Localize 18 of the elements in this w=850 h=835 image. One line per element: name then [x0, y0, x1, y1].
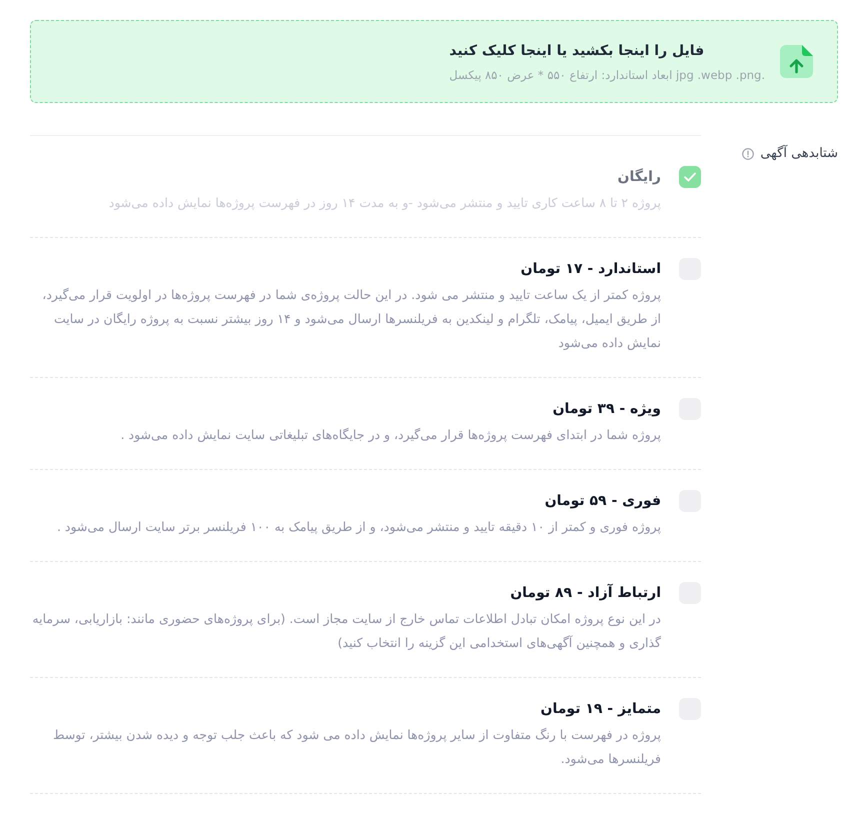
option-title: فوری - ۵۹ تومان: [544, 492, 661, 511]
option-description: پروژه فوری و کمتر از ۱۰ دقیقه تایید و منتشر می‌شود، و از طریق پیامک به ۱۰۰ فریلنسر برتر سایت ارسال می‌شود .: [56, 518, 661, 536]
check-icon: [684, 172, 696, 182]
option-description: پروژه شما در ابتدای فهرست پروژه‌ها قرار می‌گیرد، و در جایگاه‌های تبلیغاتی سایت نمایش داده می‌شود .: [120, 426, 661, 444]
upload-title: فایل را اینجا بکشید یا اینجا کلیک کنید: [449, 42, 704, 60]
upload-hint: .jpg .webp .png ابعاد استاندارد: ارتفاع ۵۵۰ * عرض ۸۵۰ پیکسل: [449, 66, 765, 82]
option-description: در این نوع پروژه امکان تبادل اطلاعات تماس خارج از سایت مجاز است. (برای پروژه‌های حضوری مانند: بازاریابی، سرمایه گذاری و همچنین آگهی‌های استخدامی این گزینه را انتخاب کنید): [31, 610, 661, 652]
option-title: ارتباط آزاد - ۸۹ تومان: [509, 582, 661, 603]
option-description: پروژه در فهرست با رنگ متفاوت از سایر پروژه‌ها نمایش داده می شود که باعث جلب توجه و دیده شدن بیشتر، توسط فریلنسرها می‌شود.: [52, 726, 661, 768]
option-title: ویژه - ۳۹ تومان: [552, 400, 661, 419]
section-label: شتابدهی آگهی: [760, 145, 838, 163]
upload-dropzone[interactable]: فایل را اینجا بکشید یا اینجا کلیک کنید .jpg .webp .png ابعاد استاندارد: ارتفاع ۵۵۰ * عرض ۸۵۰ پیکسل: [30, 20, 838, 103]
info-icon: [742, 148, 754, 160]
option-description: پروژه کمتر از یک ساعت تایید و منتشر می شود. در این حالت پروژه‌ی شما در فهرست پروژه‌ها در اولویت قرار می‌گیرد، از طریق ایمیل، پیامک، تلگرام و لینکدین به فریلنسرها ارسال می‌شود و ۱۴ روز بیشتر نسبت به پروژه رایگان در سایت نمایش داده می‌شود: [41, 286, 661, 352]
option-title: استاندارد - ۱۷ تومان: [520, 260, 661, 279]
file-upload-icon: [780, 45, 813, 78]
option-title: رایگان: [616, 167, 661, 187]
option-title: متمایز - ۱۹ تومان: [540, 700, 661, 719]
